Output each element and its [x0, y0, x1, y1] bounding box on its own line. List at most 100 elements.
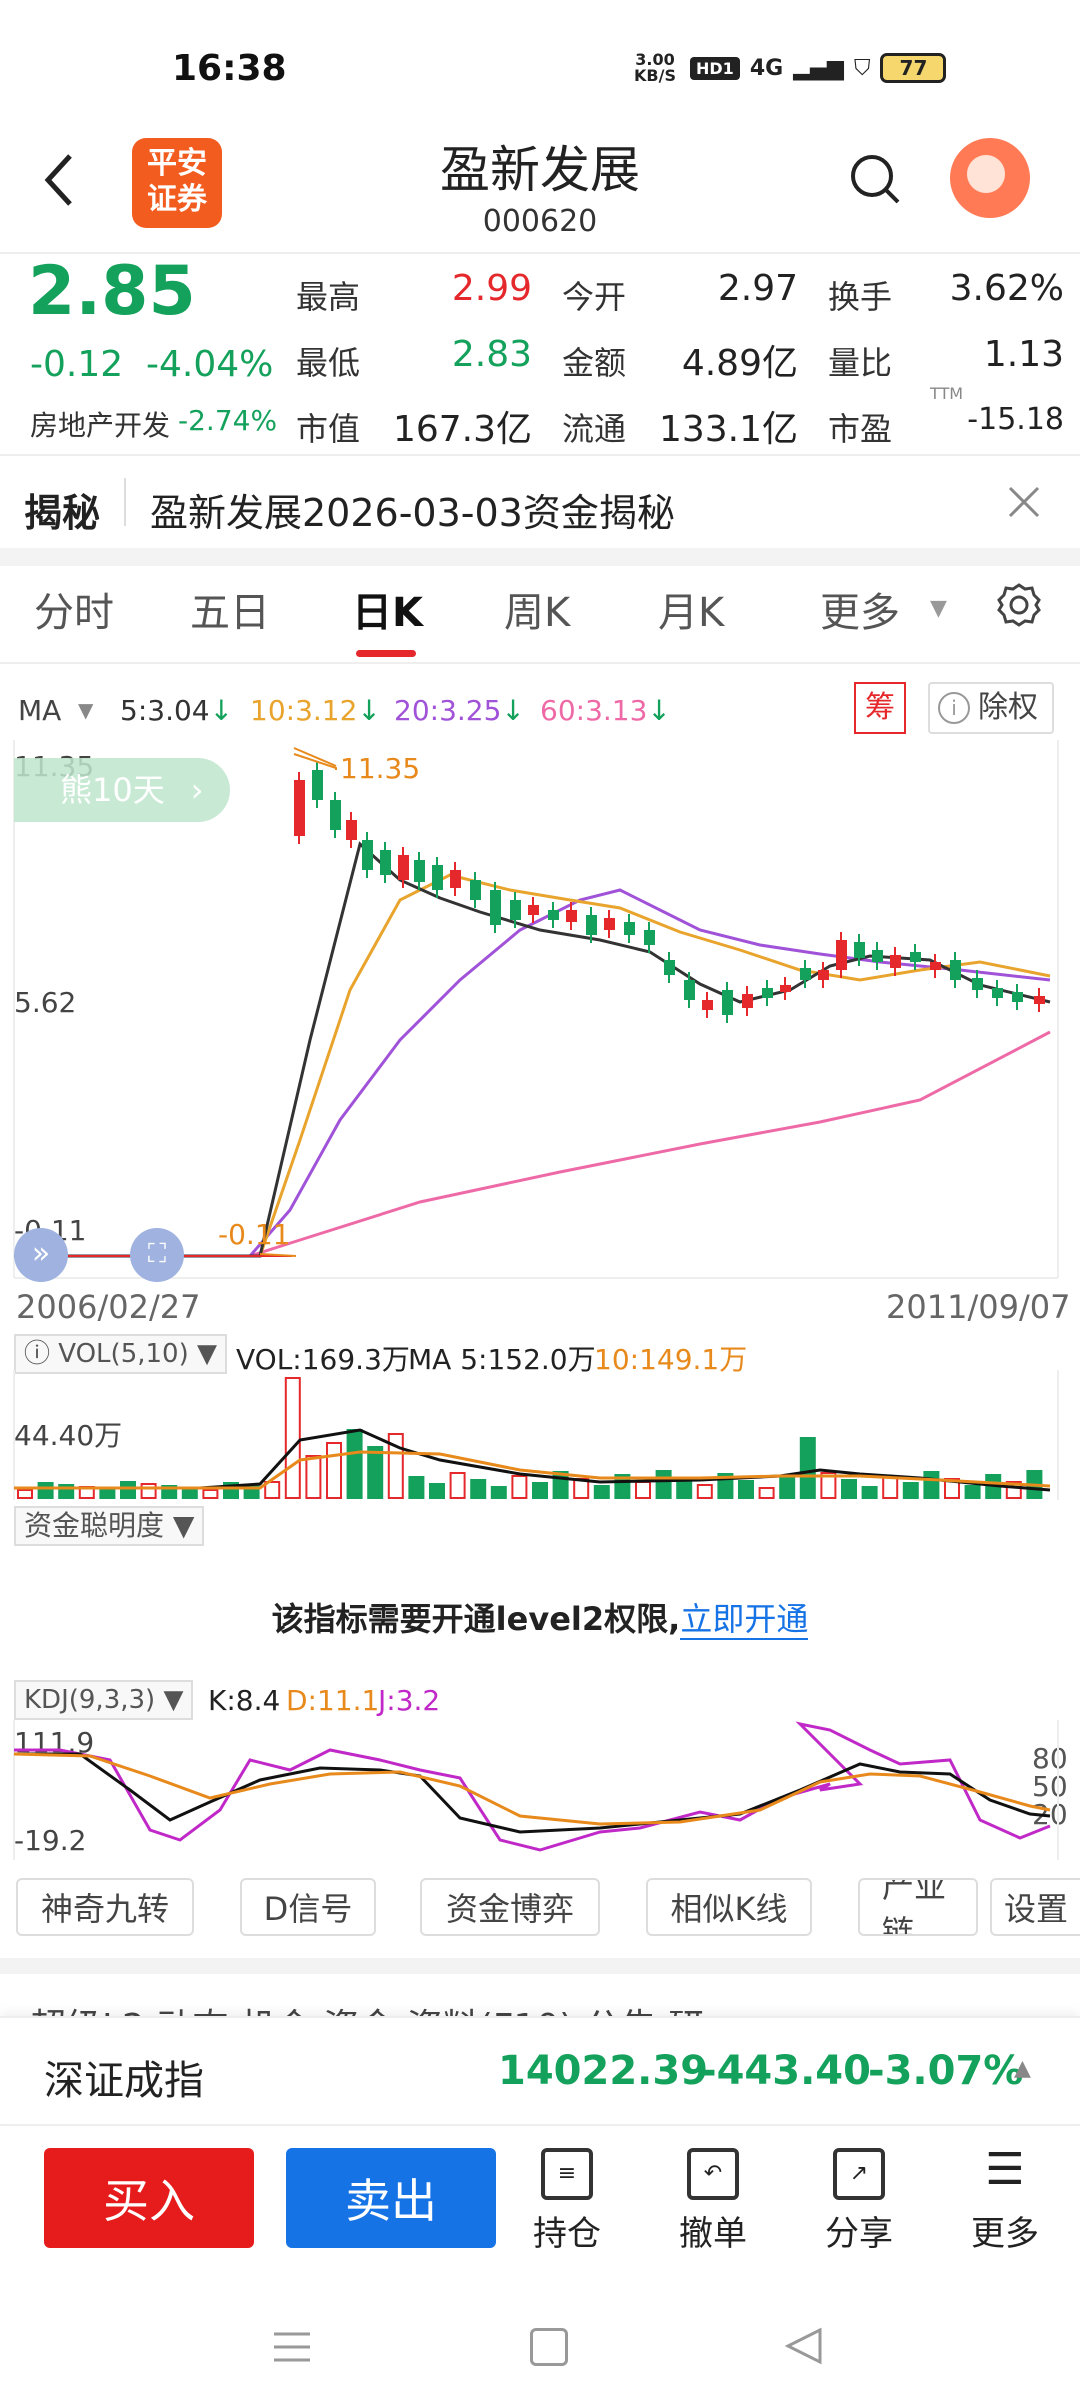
close-icon[interactable] [1004, 482, 1044, 522]
caret-down-icon: ▼ [172, 1509, 195, 1542]
candle [330, 800, 341, 830]
open-level2-link[interactable]: 立即开通 [680, 1600, 809, 1640]
volume-bar [408, 1476, 425, 1499]
sell-button[interactable]: 卖出 [286, 2148, 496, 2248]
battery-icon: 77 [880, 53, 947, 83]
price-change: -0.12 [30, 344, 124, 385]
more-button[interactable]: ☰ 更多 [950, 2148, 1060, 2255]
candle [450, 870, 461, 888]
volume-bar [326, 1442, 342, 1499]
value-pe: -15.18 [967, 402, 1064, 437]
value-open: 2.97 [717, 268, 798, 309]
sector-name[interactable]: 房地产开发 [30, 404, 170, 444]
volume-bar [429, 1483, 445, 1499]
smart-indicator-select[interactable]: 资金聪明度 ▼ [14, 1506, 205, 1546]
volume-bar [470, 1479, 487, 1499]
volume-bars [17, 1377, 1043, 1499]
chip-similar-k[interactable]: 相似K线 [646, 1878, 812, 1936]
label-vol-ratio: 量比 [828, 344, 893, 382]
volume-bar [305, 1455, 322, 1499]
ma5-text: 5:3.04 [120, 694, 210, 727]
section-gap [0, 548, 1080, 566]
candle [548, 910, 559, 920]
candle [362, 840, 373, 870]
cancel-order-button[interactable]: ↶ 撤单 [658, 2148, 768, 2255]
index-pct: -3.07% [868, 2048, 1024, 2094]
level2-notice: 该指标需要开通level2权限,立即开通 [0, 1594, 1080, 1640]
candle [510, 900, 521, 920]
tab-daily-k[interactable]: 日K [352, 580, 423, 638]
tab-5day[interactable]: 五日 [190, 580, 270, 638]
info-icon: i [938, 692, 970, 724]
volume-bar [120, 1481, 136, 1499]
volume-bar [696, 1484, 713, 1499]
reveal-banner[interactable]: 揭秘 盈新发展2026-03-03资金揭秘 [0, 456, 1080, 548]
bear-streak-badge[interactable]: 熊10天 › [14, 758, 230, 822]
content-tabs-partial[interactable]: 超级L2 动态 机会 资金 资料(F10) 公告 研 [30, 1998, 1080, 2018]
menu-icon: ☰ [985, 2144, 1025, 2195]
fullscreen-icon[interactable]: ⛶ [130, 1228, 184, 1282]
chip-industry-chain[interactable]: 产业链 [858, 1878, 978, 1936]
assistant-avatar[interactable] [950, 138, 1030, 218]
tab-more[interactable]: 更多 [820, 580, 900, 638]
ex-rights-button[interactable]: i 除权 [928, 682, 1054, 734]
candle [1012, 992, 1023, 1002]
search-button[interactable] [846, 150, 906, 210]
gear-icon[interactable] [994, 580, 1044, 630]
system-nav-bar [0, 2290, 1080, 2400]
back-nav-icon[interactable] [784, 2326, 824, 2366]
index-ticker[interactable]: 深证成指 14022.39 -443.40 -3.07% ▲ [0, 2016, 1080, 2124]
kdj-chart[interactable] [0, 1720, 1080, 1860]
chip-capital-game[interactable]: 资金博弈 [420, 1878, 600, 1936]
kdj-d-line [13, 1752, 1051, 1826]
kdj-j: J:3.2 [378, 1684, 441, 1717]
y-axis-mid: 5.62 [14, 986, 77, 1019]
candles-group [20, 762, 1045, 1257]
ma5-value: 5:3.04↓ [120, 694, 233, 727]
volume-bar [923, 1471, 940, 1499]
ma20-text: 20:3.25 [394, 694, 502, 727]
chip-d-signal[interactable]: D信号 [240, 1878, 376, 1936]
chevron-right-icon: › [190, 771, 204, 809]
expand-left-icon[interactable]: » [14, 1228, 68, 1282]
caret-down-icon[interactable]: ▼ [78, 698, 93, 722]
date-end: 2011/09/07 [886, 1288, 1071, 1326]
chip-magic-nine[interactable]: 神奇九转 [16, 1878, 194, 1936]
tab-minute[interactable]: 分时 [34, 580, 114, 638]
reveal-label: 揭秘 [24, 491, 101, 535]
share-icon: ↗ [833, 2148, 885, 2200]
candle [992, 988, 1003, 998]
signal-bars-icon: ▂▄▆ [793, 55, 844, 81]
positions-button[interactable]: ≡ 持仓 [512, 2148, 622, 2255]
cancel-order-label: 撤单 [679, 2214, 747, 2254]
ma10-text: 10:3.12 [250, 694, 358, 727]
menu-nav-icon[interactable] [272, 2330, 312, 2364]
ma20-value: 20:3.25↓ [394, 694, 525, 727]
more-label: 更多 [971, 2214, 1039, 2254]
caret-up-icon[interactable]: ▲ [1014, 2056, 1031, 2081]
last-price: 2.85 [28, 252, 196, 331]
candle [854, 942, 865, 958]
caret-down-icon: ▼ [163, 1685, 184, 1715]
tab-weekly-k[interactable]: 周K [504, 580, 570, 638]
candle [664, 960, 675, 975]
ma10-line [14, 873, 1051, 1258]
volume-chart[interactable] [0, 1370, 1080, 1500]
value-turnover: 3.62% [949, 268, 1064, 309]
vol-indicator-select[interactable]: ⓘ VOL(5,10) ▼ [14, 1334, 227, 1374]
divider [0, 662, 1080, 664]
tab-monthly-k[interactable]: 月K [658, 580, 724, 638]
kdj-indicator-select[interactable]: KDJ(9,3,3) ▼ [14, 1680, 194, 1720]
chip-settings[interactable]: 设置 [990, 1878, 1080, 1936]
candle [762, 988, 773, 998]
volume-bar [841, 1479, 857, 1499]
volume-bar [490, 1486, 507, 1499]
candle [780, 985, 791, 992]
chip-distribution-button[interactable]: 筹 [854, 682, 906, 734]
home-nav-icon[interactable] [530, 2328, 568, 2366]
share-button[interactable]: ↗ 分享 [804, 2148, 914, 2255]
ma-label[interactable]: MA [18, 694, 61, 727]
buy-button[interactable]: 买入 [44, 2148, 254, 2248]
volume-bar [346, 1429, 363, 1499]
candle [702, 1000, 713, 1010]
